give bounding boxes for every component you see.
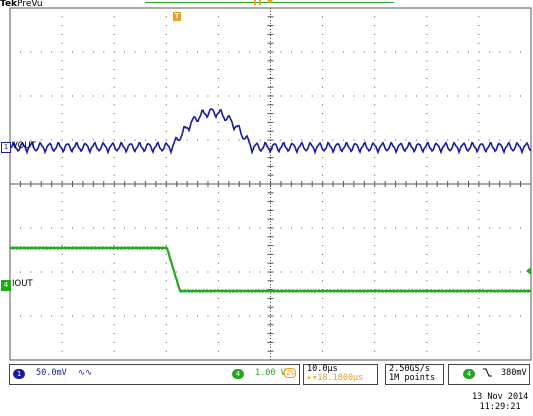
trigger-level: 380mV bbox=[501, 368, 527, 378]
timestamp-time: 11:29:21 bbox=[479, 402, 521, 412]
horizontal-readout[interactable]: 10.0µs ▸▾18.1800µs bbox=[303, 364, 378, 385]
ch4-scale-badge[interactable]: 4 bbox=[232, 369, 244, 379]
ch1-coupling-icon: ∿∿ bbox=[78, 368, 93, 378]
trigger-readout[interactable]: 4 380mV bbox=[448, 364, 530, 385]
oscilloscope-graticule bbox=[9, 7, 532, 361]
ch1-label: VOUT bbox=[12, 141, 36, 151]
ch4-label: IOUT bbox=[12, 279, 33, 289]
ch4-ground-marker[interactable]: 4 bbox=[1, 280, 11, 291]
trigger-source-number: 4 bbox=[466, 370, 472, 378]
ch1-scale-number: 1 bbox=[16, 370, 22, 378]
ch4-limit-text: 2% bbox=[286, 369, 295, 377]
vertical-scale-readout: 1 50.0mV ∿∿ 4 1.00 V 2% bbox=[9, 364, 300, 385]
ch1-ground-marker[interactable]: 1 bbox=[1, 142, 11, 153]
acquisition-readout[interactable]: 2.50GS/s 1M points bbox=[385, 364, 444, 385]
ch4-limit-badge: 2% bbox=[284, 368, 297, 378]
ch1-marker-number: 1 bbox=[3, 143, 9, 151]
ch4-scale-value: 1.00 V bbox=[255, 368, 286, 378]
ch1-label-text: VOUT bbox=[12, 141, 36, 151]
falling-edge-icon bbox=[483, 368, 492, 380]
ch4-scale-number: 4 bbox=[235, 370, 241, 378]
ch4-label-text: IOUT bbox=[12, 279, 33, 289]
ch1-scale-value: 50.0mV bbox=[36, 368, 67, 378]
trigger-level-marker[interactable] bbox=[526, 267, 531, 275]
timestamp-date: 13 Nov 2014 bbox=[472, 392, 529, 402]
ch4-marker-number: 4 bbox=[3, 281, 9, 289]
record-length: 1M points bbox=[389, 373, 436, 383]
ch1-scale-badge[interactable]: 1 bbox=[13, 369, 25, 379]
trigger-source-badge: 4 bbox=[463, 369, 475, 379]
horizontal-delay: ▸▾18.1800µs bbox=[307, 373, 364, 383]
timestamp: 13 Nov 2014 11:29:21 bbox=[472, 392, 528, 412]
ch1-vout-waveform bbox=[9, 108, 532, 155]
